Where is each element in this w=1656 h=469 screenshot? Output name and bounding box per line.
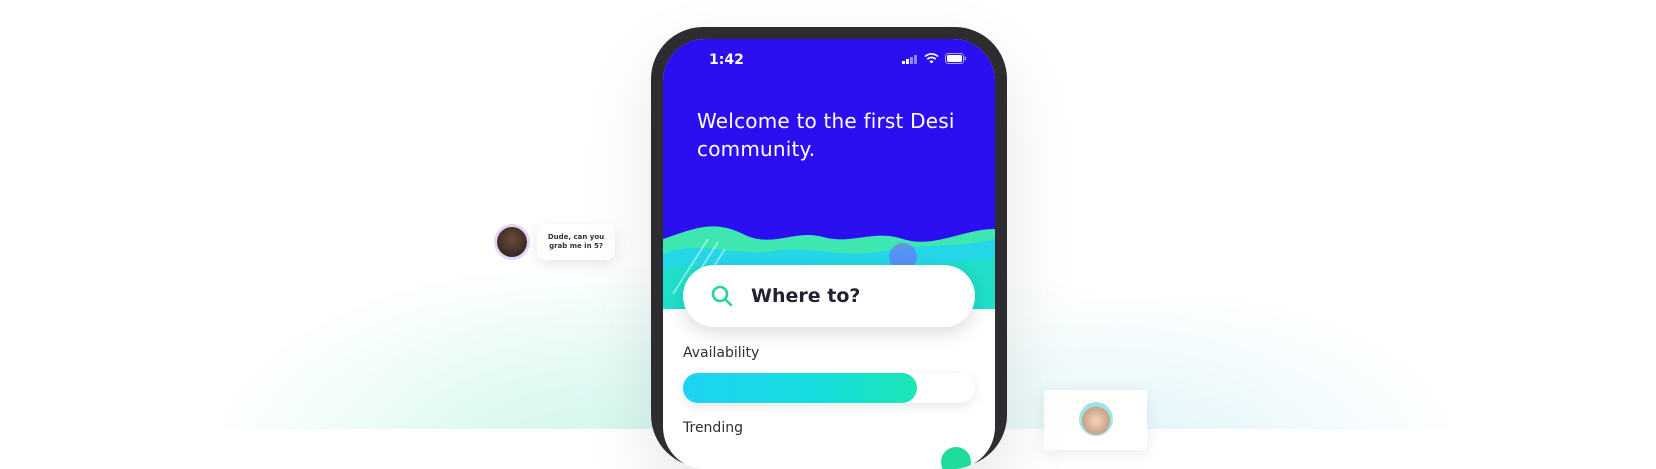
welcome-heading: Welcome to the first Desi community. [697, 107, 957, 163]
search-icon [711, 285, 733, 307]
battery-icon [945, 53, 966, 64]
phone-frame: 1:42 Welcome to the first Desi community… [651, 27, 1007, 469]
signal-icon [902, 54, 917, 64]
phone-screen: 1:42 Welcome to the first Desi community… [663, 39, 995, 469]
availability-fill [683, 373, 917, 403]
avatar [497, 227, 527, 257]
chat-line-2: grab me in 5? [549, 242, 603, 250]
wifi-icon [924, 53, 939, 64]
status-time: 1:42 [709, 52, 744, 68]
chat-message: Dude, can you grab me in 5? [497, 224, 615, 260]
chat-bubble: Dude, can you grab me in 5? [537, 224, 615, 260]
welcome-line-2: community. [697, 137, 816, 161]
chat-line-1: Dude, can you [547, 233, 605, 241]
status-icons [902, 53, 967, 64]
trending-button[interactable] [941, 447, 971, 469]
availability-bar [683, 373, 975, 403]
availability-label: Availability [683, 345, 760, 361]
trending-label: Trending [683, 420, 743, 436]
search-input[interactable]: Where to? [751, 285, 860, 307]
search-bar[interactable]: Where to? [683, 265, 975, 327]
profile-card [1044, 390, 1147, 450]
welcome-line-1: Welcome to the first Desi [697, 109, 955, 133]
avatar [1079, 402, 1113, 436]
